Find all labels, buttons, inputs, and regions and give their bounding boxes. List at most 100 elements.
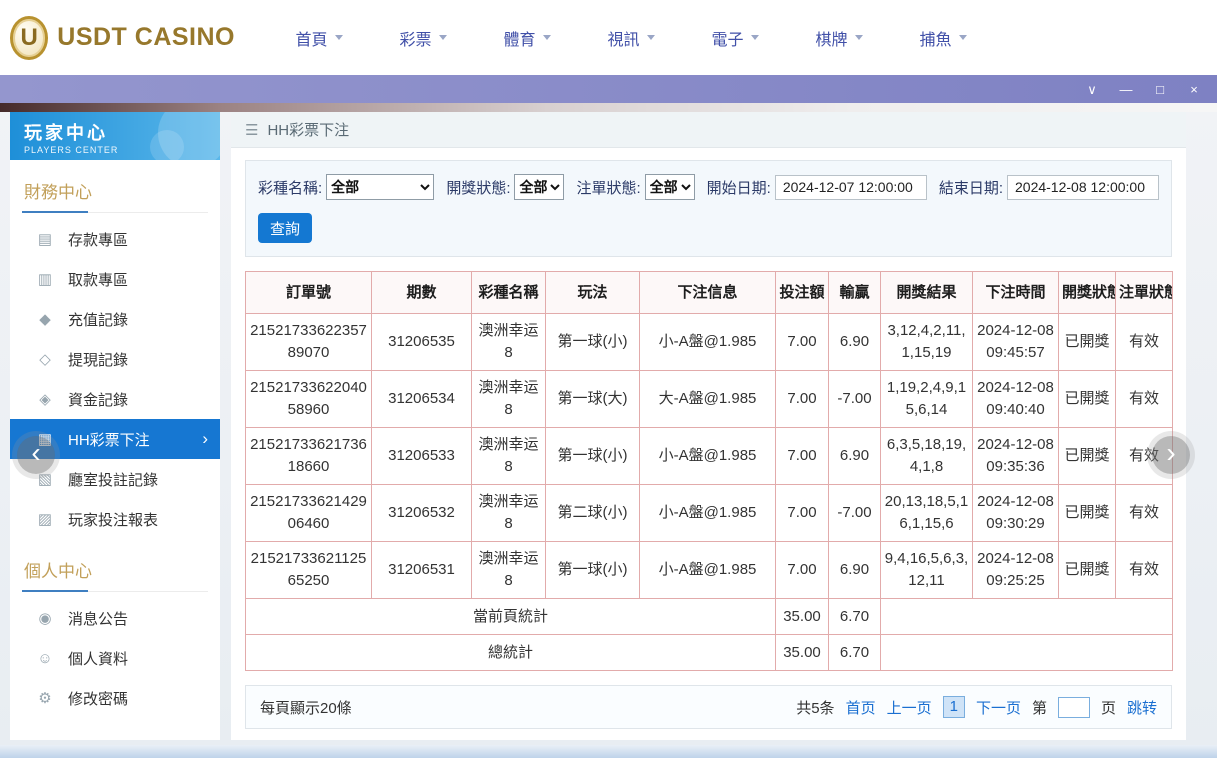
- sidebar-item-funds-record[interactable]: ◈ 資金記錄: [10, 379, 220, 419]
- sidebar-item-deposit[interactable]: ▤ 存款專區: [10, 219, 220, 259]
- search-button[interactable]: 查詢: [258, 213, 312, 243]
- win-cell: -7.00: [829, 485, 881, 542]
- lottery-cell: 澳洲幸运8: [472, 485, 546, 542]
- page-number-input[interactable]: [1058, 697, 1090, 718]
- nav-item-home[interactable]: 首頁: [267, 26, 371, 50]
- header-period: 期數: [372, 272, 472, 314]
- table-row: 2152173362173618660 31206533 澳洲幸运8 第一球(小…: [246, 428, 1173, 485]
- time-cell: 2024-12-08 09:30:29: [973, 485, 1059, 542]
- logo-icon: U: [10, 16, 48, 60]
- grand-total-label: 總統計: [246, 635, 776, 671]
- sidebar-item-change-password[interactable]: ⚙ 修改密碼: [10, 678, 220, 718]
- nav-label: 彩票: [399, 26, 431, 50]
- grand-total-win: 6.70: [829, 635, 881, 671]
- bottom-decorative-strip: [0, 745, 1217, 758]
- bet-info-cell: 小-A盤@1.985: [640, 542, 776, 599]
- carousel-right-button[interactable]: ›: [1152, 436, 1190, 474]
- bet-info-cell: 大-A盤@1.985: [640, 371, 776, 428]
- play-cell: 第一球(小): [546, 542, 640, 599]
- time-cell: 2024-12-08 09:45:57: [973, 314, 1059, 371]
- window-maximize-icon[interactable]: □: [1153, 83, 1167, 96]
- win-cell: 6.90: [829, 428, 881, 485]
- order-cell: 2152173362112565250: [246, 542, 372, 599]
- nav-label: 體育: [503, 26, 535, 50]
- grand-total-row: 總統計 35.00 6.70: [246, 635, 1173, 671]
- chevron-down-icon: [855, 35, 863, 40]
- nav-item-fishing[interactable]: 捕魚: [891, 26, 995, 50]
- header-time: 下注時間: [973, 272, 1059, 314]
- amount-cell: 7.00: [776, 485, 829, 542]
- amount-cell: 7.00: [776, 542, 829, 599]
- top-bar: U USDT CASINO 首頁 彩票 體育 視訊 電子 棋牌 捕魚: [0, 0, 1217, 75]
- brand-logo: U USDT CASINO: [10, 16, 235, 60]
- bell-icon: ◉: [36, 609, 54, 627]
- draw-status-label: 開獎狀態:: [446, 177, 510, 198]
- nav-item-lottery[interactable]: 彩票: [371, 26, 475, 50]
- withdraw-icon: ▥: [36, 270, 54, 288]
- sidebar-item-label: 存款專區: [68, 229, 128, 250]
- start-date-input[interactable]: [775, 175, 927, 200]
- per-page-text: 每頁顯示20條: [260, 697, 352, 718]
- time-cell: 2024-12-08 09:35:36: [973, 428, 1059, 485]
- order-cell: 2152173362173618660: [246, 428, 372, 485]
- nav-item-video[interactable]: 視訊: [579, 26, 683, 50]
- draw-status-cell: 已開獎: [1059, 371, 1116, 428]
- lottery-cell: 澳洲幸运8: [472, 428, 546, 485]
- table-row: 2152173362204058960 31206534 澳洲幸运8 第一球(大…: [246, 371, 1173, 428]
- next-page-link[interactable]: 下一页: [976, 697, 1021, 718]
- sidebar-item-profile[interactable]: ☺ 個人資料: [10, 638, 220, 678]
- sidebar-item-player-bet-report[interactable]: ▨ 玩家投注報表: [10, 499, 220, 539]
- chevron-down-icon: [335, 35, 343, 40]
- draw-status-select[interactable]: 全部: [514, 174, 564, 200]
- content-body: 彩種名稱: 全部 開獎狀態: 全部 注單狀態: 全部 開始日期: 結束日期:: [231, 148, 1186, 740]
- funds-record-icon: ◈: [36, 390, 54, 408]
- result-cell: 9,4,16,5,6,3,12,11: [881, 542, 973, 599]
- sidebar-item-label: 修改密碼: [68, 688, 128, 709]
- period-cell: 31206535: [372, 314, 472, 371]
- bet-info-cell: 小-A盤@1.985: [640, 314, 776, 371]
- order-status-cell: 有效: [1116, 485, 1173, 542]
- deposit-icon: ▤: [36, 230, 54, 248]
- sidebar-item-label: 消息公告: [68, 608, 128, 629]
- chevron-down-icon: [647, 35, 655, 40]
- page-total-bet: 35.00: [776, 599, 829, 635]
- main-nav: 首頁 彩票 體育 視訊 電子 棋牌 捕魚: [267, 26, 995, 50]
- jump-button[interactable]: 跳转: [1127, 697, 1157, 718]
- time-cell: 2024-12-08 09:40:40: [973, 371, 1059, 428]
- section-heading-personal: 個人中心: [22, 551, 208, 592]
- prev-page-link[interactable]: 上一页: [887, 697, 932, 718]
- period-cell: 31206533: [372, 428, 472, 485]
- jump-label-pre: 第: [1032, 697, 1047, 718]
- sidebar: 玩家中心 PLAYERS CENTER 財務中心 ▤ 存款專區 ▥ 取款專區 ◆…: [10, 112, 220, 740]
- nav-item-cards[interactable]: 棋牌: [787, 26, 891, 50]
- order-status-select[interactable]: 全部: [645, 174, 695, 200]
- window-collapse-icon[interactable]: ∨: [1085, 83, 1099, 96]
- chevron-down-icon: [751, 35, 759, 40]
- header-play: 玩法: [546, 272, 640, 314]
- window-minimize-icon[interactable]: —: [1119, 83, 1133, 96]
- user-icon: ☺: [36, 650, 54, 667]
- draw-status-cell: 已開獎: [1059, 542, 1116, 599]
- end-date-input[interactable]: [1007, 175, 1159, 200]
- lottery-name-select[interactable]: 全部: [326, 174, 434, 200]
- sidebar-item-withdraw[interactable]: ▥ 取款專區: [10, 259, 220, 299]
- total-count-text: 共5条: [796, 697, 834, 718]
- nav-item-electronic[interactable]: 電子: [683, 26, 787, 50]
- sidebar-item-label: 取款專區: [68, 269, 128, 290]
- order-status-label: 注單狀態:: [576, 177, 640, 198]
- table-header-row: 訂單號 期數 彩種名稱 玩法 下注信息 投注額 輸贏 開獎結果 下注時間 開獎狀…: [246, 272, 1173, 314]
- carousel-left-button[interactable]: ‹: [17, 436, 55, 474]
- sidebar-item-announcements[interactable]: ◉ 消息公告: [10, 598, 220, 638]
- win-cell: 6.90: [829, 314, 881, 371]
- end-date-label: 結束日期:: [939, 177, 1003, 198]
- sidebar-item-label: 玩家投注報表: [68, 509, 158, 530]
- first-page-link[interactable]: 首页: [846, 697, 876, 718]
- filter-panel: 彩種名稱: 全部 開獎狀態: 全部 注單狀態: 全部 開始日期: 結束日期:: [245, 160, 1172, 257]
- lottery-cell: 澳洲幸运8: [472, 371, 546, 428]
- header-win: 輸贏: [829, 272, 881, 314]
- nav-item-sports[interactable]: 體育: [475, 26, 579, 50]
- sidebar-item-cashout-record[interactable]: ◇ 提現記錄: [10, 339, 220, 379]
- draw-status-cell: 已開獎: [1059, 428, 1116, 485]
- sidebar-item-recharge-record[interactable]: ◆ 充值記錄: [10, 299, 220, 339]
- window-close-icon[interactable]: ×: [1187, 83, 1201, 96]
